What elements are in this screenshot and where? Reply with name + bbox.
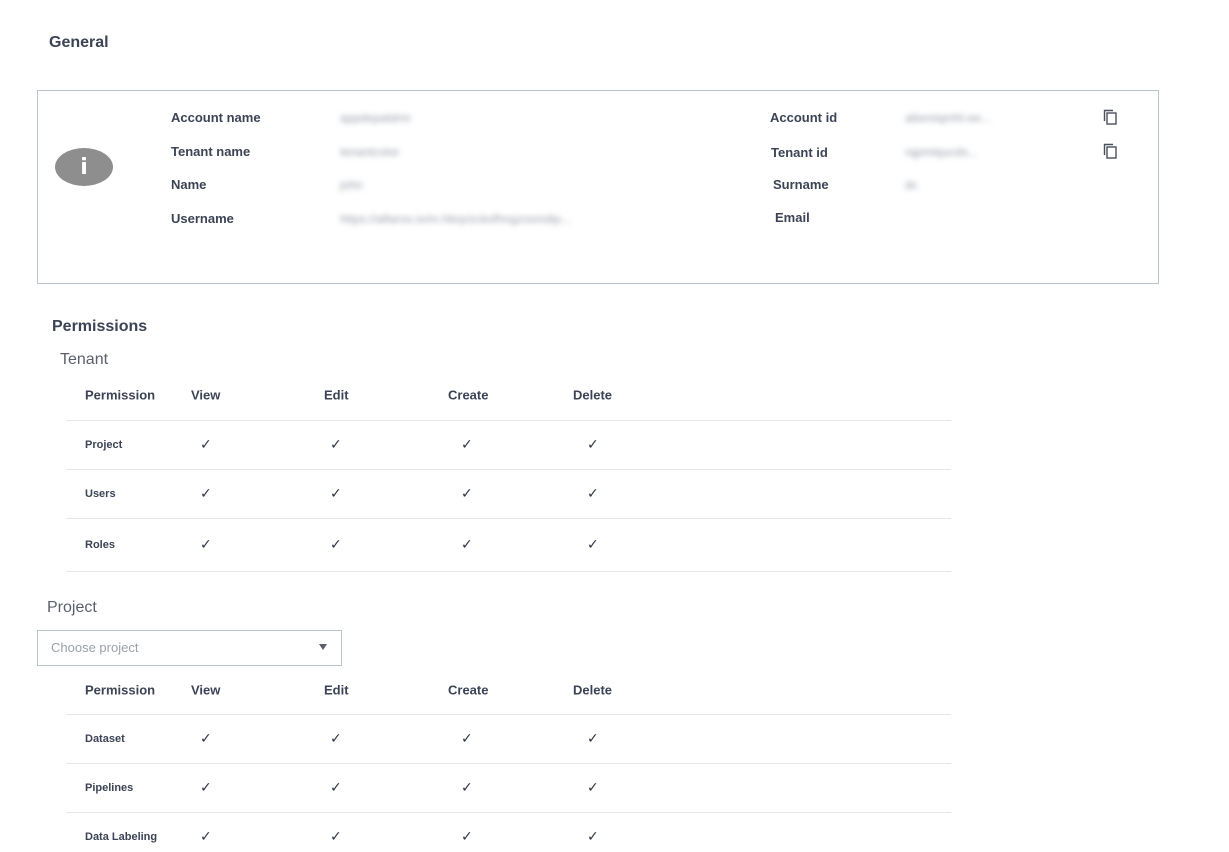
table-row: Dataset ✓ ✓ ✓ ✓ <box>66 715 951 764</box>
permission-name: Users <box>85 488 116 500</box>
check-icon: ✓ <box>200 829 212 845</box>
info-icon: i <box>55 148 113 186</box>
check-icon: ✓ <box>587 486 599 502</box>
check-icon: ✓ <box>461 437 473 453</box>
check-icon: ✓ <box>587 537 599 553</box>
permission-name: Data Labeling <box>85 831 158 843</box>
select-placeholder: Choose project <box>51 640 139 655</box>
tenant-name-value: tenantcolor <box>340 145 400 159</box>
choose-project-select[interactable]: Choose project <box>37 630 342 666</box>
check-icon: ✓ <box>330 731 342 747</box>
account-id-value: a6emiqmhl-ee... <box>905 111 992 125</box>
table-row: Data Labeling ✓ ✓ ✓ ✓ <box>66 813 951 852</box>
column-header-delete: Delete <box>573 387 613 403</box>
check-icon: ✓ <box>330 780 342 796</box>
user-profile-page: General i Account name appdepatdrm Tenan… <box>0 0 1229 852</box>
check-icon: ✓ <box>330 829 342 845</box>
username-label: Username <box>171 211 234 226</box>
name-label: Name <box>171 177 207 192</box>
column-header-edit: Edit <box>324 387 349 403</box>
table-row: Pipelines ✓ ✓ ✓ ✓ <box>66 764 951 813</box>
permission-name: Dataset <box>85 733 125 745</box>
table-header: Permission View Edit Create Delete <box>66 370 951 421</box>
check-icon: ✓ <box>587 829 599 845</box>
account-id-label: Account id <box>770 110 838 125</box>
column-header-view: View <box>191 682 221 698</box>
column-header-create: Create <box>448 682 489 698</box>
check-icon: ✓ <box>587 780 599 796</box>
table-row: Users ✓ ✓ ✓ ✓ <box>66 470 951 519</box>
account-name-value: appdepatdrm <box>340 111 411 125</box>
name-value: john <box>340 178 363 192</box>
check-icon: ✓ <box>461 780 473 796</box>
check-icon: ✓ <box>330 537 342 553</box>
column-header-delete: Delete <box>573 682 613 698</box>
tenant-name-label: Tenant name <box>171 144 251 159</box>
surname-label: Surname <box>773 177 829 192</box>
tenant-subtitle: Tenant <box>60 351 109 368</box>
check-icon: ✓ <box>200 537 212 553</box>
column-header-permission: Permission <box>85 682 156 698</box>
permission-name: Roles <box>85 539 115 551</box>
check-icon: ✓ <box>461 537 473 553</box>
permission-name: Project <box>85 439 123 451</box>
column-header-permission: Permission <box>85 387 156 403</box>
table-row: Project ✓ ✓ ✓ ✓ <box>66 421 951 470</box>
username-value: https://alfaroo.io/m.hbrp/zcksfhngzssmdi… <box>340 212 571 226</box>
tenant-id-label: Tenant id <box>771 145 828 160</box>
caret-down-icon <box>319 644 327 650</box>
check-icon: ✓ <box>200 731 212 747</box>
copy-tenant-id-icon[interactable] <box>1103 143 1117 159</box>
email-label: Email <box>775 210 810 225</box>
check-icon: ✓ <box>461 486 473 502</box>
tenant-id-value: rqpmtqucds... <box>905 145 978 159</box>
project-subtitle: Project <box>47 599 97 616</box>
check-icon: ✓ <box>461 731 473 747</box>
check-icon: ✓ <box>330 437 342 453</box>
check-icon: ✓ <box>330 486 342 502</box>
surname-value: dc <box>905 178 918 192</box>
check-icon: ✓ <box>200 780 212 796</box>
column-header-edit: Edit <box>324 682 349 698</box>
check-icon: ✓ <box>200 437 212 453</box>
check-icon: ✓ <box>587 437 599 453</box>
permission-name: Pipelines <box>85 782 134 794</box>
copy-account-id-icon[interactable] <box>1103 109 1117 125</box>
table-header: Permission View Edit Create Delete <box>66 666 951 715</box>
check-icon: ✓ <box>200 486 212 502</box>
column-header-create: Create <box>448 387 489 403</box>
general-section-title: General <box>49 34 109 51</box>
column-header-view: View <box>191 387 221 403</box>
check-icon: ✓ <box>587 731 599 747</box>
account-name-label: Account name <box>171 110 261 125</box>
permissions-section-title: Permissions <box>52 318 148 335</box>
tenant-permissions-table: Permission View Edit Create Delete Proje… <box>66 370 951 572</box>
check-icon: ✓ <box>461 829 473 845</box>
table-row: Roles ✓ ✓ ✓ ✓ <box>66 519 951 572</box>
project-permissions-table: Permission View Edit Create Delete Datas… <box>66 666 951 852</box>
